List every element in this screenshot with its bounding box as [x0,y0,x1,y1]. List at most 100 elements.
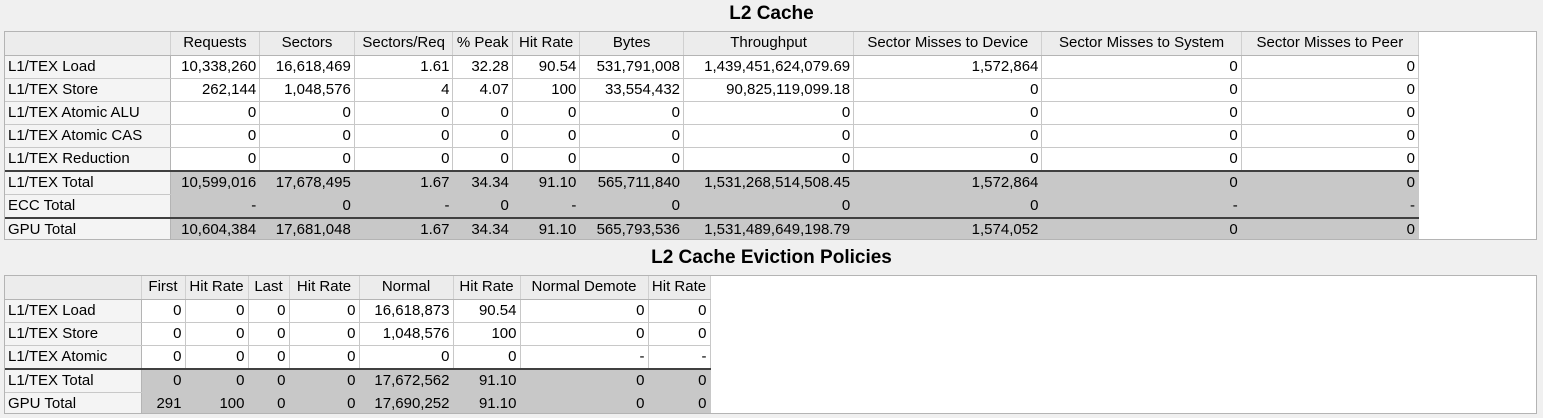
table-cell: 0 [579,194,685,218]
col-header[interactable]: Sector Misses to Device [853,32,1043,56]
table-cell: 0 [520,367,649,393]
table-cell: 1,531,268,514,508.45 [683,169,855,195]
table-cell: 0 [853,194,1043,218]
table-row: L1/TEX Store 262,144 1,048,576 4 4.07 100 33,5… [5,78,1420,102]
col-header[interactable]: Hit Rate [453,276,521,300]
table-cell: 0 [853,78,1043,102]
table-row: L1/TEX Total 10,599,016 17,678,495 1.67 34.3… [5,169,1420,195]
table-cell: 0 [683,124,855,148]
row-label: L1/TEX Total [5,367,142,393]
table-cell: 0 [259,194,355,218]
table-cell: 0 [289,392,360,413]
table-cell: 291 [141,392,186,413]
row-label: ECC Total [5,194,171,218]
col-header[interactable]: Hit Rate [648,276,711,300]
l2-cache-title: L2 Cache [729,3,814,24]
table-cell: 0 [1241,169,1420,195]
table-cell: 17,678,495 [259,169,355,195]
col-header[interactable]: Normal Demote [520,276,649,300]
table-cell: 0 [452,194,513,218]
table-cell: 91.10 [453,392,521,413]
table-cell: 90.54 [453,299,521,323]
row-label: L1/TEX Store [5,78,171,102]
table-cell: 0 [1241,147,1420,171]
table-cell: 0 [512,124,581,148]
col-header[interactable]: Normal [359,276,454,300]
col-header[interactable]: Sector Misses to Peer [1241,32,1420,56]
col-header[interactable]: Last [248,276,290,300]
eviction-body: L1/TEX Load 0 0 0 0 16,618,873 90.54 0 0 L1/TEX S… [5,299,711,413]
col-header[interactable]: Hit Rate [185,276,249,300]
table-cell: 10,604,384 [170,216,261,239]
table-cell: 16,618,873 [359,299,454,323]
row-label: L1/TEX Load [5,299,142,323]
table-cell: 565,711,840 [579,169,685,195]
table-cell: 0 [1241,55,1420,79]
table-cell: 0 [853,147,1043,171]
table-cell: 0 [141,299,186,323]
table-cell: 34.34 [452,216,513,239]
row-label: GPU Total [5,392,142,413]
col-header[interactable]: Throughput [683,32,855,56]
table-cell: 0 [170,124,261,148]
table-cell: 0 [1041,78,1242,102]
table-cell: 34.34 [452,169,513,195]
row-label: GPU Total [5,216,171,239]
table-cell: - [648,345,711,369]
table-cell: 0 [579,124,685,148]
table-cell: 0 [1241,124,1420,148]
table-cell: 0 [170,101,261,125]
table-cell: 90.54 [512,55,581,79]
table-cell: 0 [520,392,649,413]
table-cell: 0 [579,101,685,125]
table-row: L1/TEX Load 0 0 0 0 16,618,873 90.54 0 0 [5,299,711,323]
eviction-header-row: First Hit Rate Last Hit Rate Normal Hit … [5,276,711,300]
col-header[interactable]: Sectors/Req [354,32,454,56]
col-header[interactable]: Sector Misses to System [1041,32,1242,56]
table-cell: 1,048,576 [259,78,355,102]
col-header[interactable]: First [141,276,186,300]
table-cell: 1.67 [354,216,454,239]
row-label: L1/TEX Atomic [5,345,142,369]
table-cell: 0 [248,322,290,346]
table-row: GPU Total 10,604,384 17,681,048 1.67 34.34 91… [5,216,1420,239]
row-label: L1/TEX Store [5,322,142,346]
table-cell: - [512,194,581,218]
table-cell: 0 [683,147,855,171]
table-cell: 0 [512,147,581,171]
table-cell: 0 [259,101,355,125]
col-header[interactable]: Hit Rate [289,276,360,300]
table-cell: 0 [185,322,249,346]
table-cell: 10,599,016 [170,169,261,195]
table-cell: 0 [1041,169,1242,195]
table-cell: 0 [1041,216,1242,239]
table-row: L1/TEX Atomic CAS 0 0 0 0 0 0 0 0 0 0 [5,124,1420,148]
table-cell: 100 [453,322,521,346]
table-cell: 4 [354,78,454,102]
table-cell: 0 [185,367,249,393]
table-cell: - [354,194,454,218]
col-header[interactable]: Sectors [259,32,355,56]
table-cell: 0 [1241,216,1420,239]
table-cell: 0 [452,147,513,171]
table-cell: - [520,345,649,369]
table-row: L1/TEX Total 0 0 0 0 17,672,562 91.10 0 0 [5,367,711,393]
table-cell: 0 [853,124,1043,148]
col-header[interactable]: Hit Rate [512,32,581,56]
table-cell: 0 [141,367,186,393]
row-label: L1/TEX Total [5,169,171,195]
col-header[interactable]: % Peak [452,32,513,56]
table-cell: 4.07 [452,78,513,102]
table-cell: 565,793,536 [579,216,685,239]
table-cell: 0 [259,147,355,171]
table-row: L1/TEX Load 10,338,260 16,618,469 1.61 32.28… [5,55,1420,79]
col-header[interactable]: Requests [170,32,261,56]
table-cell: 0 [141,345,186,369]
table-cell: 0 [248,367,290,393]
l2-cache-table: Requests Sectors Sectors/Req % Peak Hit … [5,32,1420,239]
table-cell: 0 [683,101,855,125]
table-cell: 1,048,576 [359,322,454,346]
table-cell: 100 [512,78,581,102]
col-header[interactable]: Bytes [579,32,685,56]
table-cell: 1.61 [354,55,454,79]
